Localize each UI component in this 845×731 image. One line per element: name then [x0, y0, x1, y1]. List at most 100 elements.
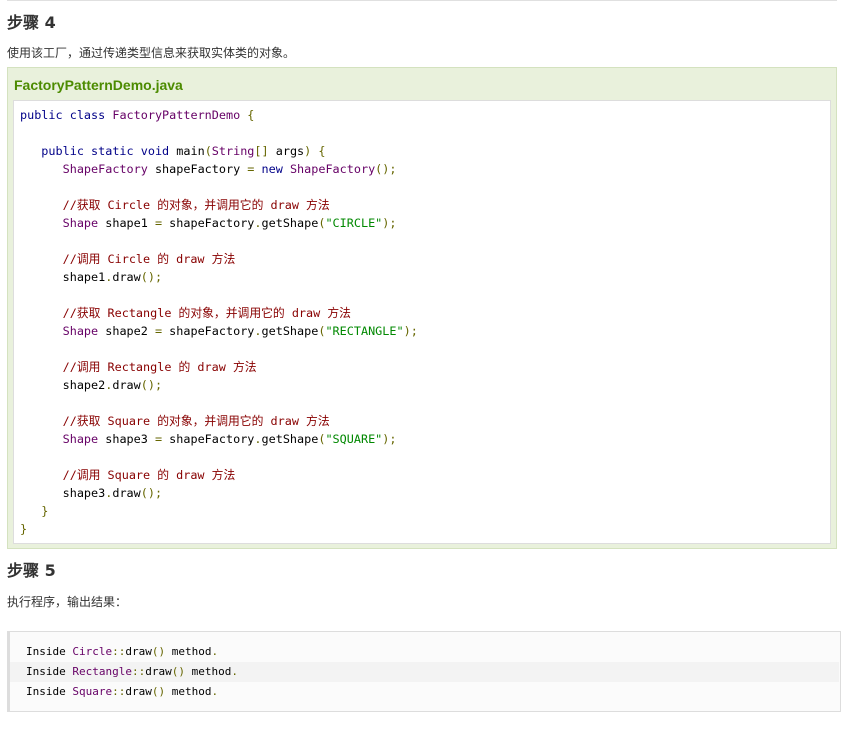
- output-token: .: [211, 685, 219, 698]
- output-token: method: [171, 645, 212, 658]
- code-filename: FactoryPatternDemo.java: [14, 77, 183, 93]
- code-token: getShape: [261, 324, 319, 338]
- code-token: ();: [140, 378, 163, 392]
- code-line: }: [14, 502, 830, 520]
- code-token: shapeFactory: [169, 432, 255, 446]
- code-token: =: [154, 432, 170, 446]
- code-token: Shape: [20, 432, 106, 446]
- code-line: public class FactoryPatternDemo {: [14, 106, 830, 124]
- output-token: Circle: [72, 645, 113, 658]
- output-token: ::: [131, 665, 146, 678]
- output-token: Inside: [26, 665, 73, 678]
- output-token: Rectangle: [72, 665, 132, 678]
- step-5-heading: 步骤 5: [7, 561, 56, 580]
- code-token: //调用 Circle 的 draw 方法: [20, 252, 236, 266]
- code-token: String: [211, 144, 255, 158]
- code-line: //调用 Circle 的 draw 方法: [14, 250, 830, 268]
- step-5-description: 执行程序，输出结果：: [7, 595, 128, 609]
- code-token: }: [20, 522, 28, 536]
- example-code-panel: FactoryPatternDemo.java public class Fac…: [7, 67, 837, 549]
- code-token: shape3: [20, 486, 106, 500]
- code-token: public class: [20, 108, 113, 122]
- code-token: ShapeFactory: [289, 162, 376, 176]
- code-token: //调用 Rectangle 的 draw 方法: [20, 360, 257, 374]
- code-token: draw: [112, 486, 141, 500]
- code-token: .: [254, 432, 262, 446]
- output-token: .: [211, 645, 219, 658]
- output-lines: Inside Circle::draw() method. Inside Rect…: [10, 642, 839, 702]
- code-block[interactable]: public class FactoryPatternDemo { public…: [13, 100, 831, 544]
- code-token: new: [261, 162, 290, 176]
- code-token: //获取 Circle 的对象，并调用它的 draw 方法: [20, 198, 330, 212]
- output-token: (): [151, 685, 172, 698]
- output-token: draw: [145, 665, 172, 678]
- output-line: Inside Circle::draw() method.: [26, 642, 839, 662]
- code-token: //获取 Rectangle 的对象，并调用它的 draw 方法: [20, 306, 351, 320]
- code-token: shape1: [105, 216, 155, 230]
- code-token: (: [204, 144, 212, 158]
- output-token: (): [151, 645, 172, 658]
- output-line: Inside Square::draw() method.: [26, 682, 839, 702]
- output-token: draw: [125, 685, 152, 698]
- code-line: //调用 Square 的 draw 方法: [14, 466, 830, 484]
- top-divider: [7, 0, 837, 1]
- code-token: =: [247, 162, 262, 176]
- output-block[interactable]: Inside Circle::draw() method. Inside Rect…: [7, 631, 841, 712]
- code-token: =: [154, 216, 170, 230]
- code-token: "SQUARE": [325, 432, 383, 446]
- code-token: {: [247, 108, 255, 122]
- code-token: ) {: [304, 144, 326, 158]
- code-token: main: [176, 144, 205, 158]
- code-token: Shape: [20, 216, 106, 230]
- code-token: .: [254, 324, 262, 338]
- code-token: getShape: [261, 432, 319, 446]
- code-token: []: [254, 144, 276, 158]
- code-token: shapeFactory: [169, 324, 255, 338]
- output-token: method: [171, 685, 212, 698]
- code-token: );: [382, 432, 397, 446]
- code-line: Shape shape2 = shapeFactory.getShape("RE…: [14, 322, 830, 340]
- code-token: "CIRCLE": [325, 216, 383, 230]
- code-token: }: [20, 504, 49, 518]
- code-line: shape1.draw();: [14, 268, 830, 286]
- code-token: draw: [112, 378, 141, 392]
- code-token: shape2: [20, 378, 106, 392]
- code-token: =: [154, 324, 170, 338]
- code-token: shape2: [105, 324, 155, 338]
- code-token: shapeFactory: [169, 216, 255, 230]
- code-lines: public class FactoryPatternDemo { public…: [14, 106, 830, 538]
- code-token: shape1: [20, 270, 106, 284]
- output-token: ::: [112, 645, 126, 658]
- output-line: Inside Rectangle::draw() method.: [10, 662, 839, 682]
- code-token: public static void: [20, 144, 177, 158]
- code-line: shape3.draw();: [14, 484, 830, 502]
- code-token: .: [254, 216, 262, 230]
- code-line: public static void main(String[] args) {: [14, 142, 830, 160]
- code-token: ShapeFactory: [20, 162, 155, 176]
- output-token: ::: [112, 685, 126, 698]
- code-line: //获取 Rectangle 的对象，并调用它的 draw 方法: [14, 304, 830, 322]
- code-token: );: [382, 216, 397, 230]
- code-line: ShapeFactory shapeFactory = new ShapeFac…: [14, 160, 830, 178]
- code-token: shapeFactory: [154, 162, 248, 176]
- output-token: Inside: [26, 645, 73, 658]
- code-token: FactoryPatternDemo: [112, 108, 248, 122]
- code-line: shape2.draw();: [14, 376, 830, 394]
- code-line: Shape shape3 = shapeFactory.getShape("SQ…: [14, 430, 830, 448]
- code-token: ();: [140, 486, 163, 500]
- output-token: Square: [72, 685, 113, 698]
- code-token: draw: [112, 270, 141, 284]
- code-token: getShape: [261, 216, 319, 230]
- step-4-description: 使用该工厂，通过传递类型信息来获取实体类的对象。: [7, 46, 296, 60]
- code-token: shape3: [105, 432, 155, 446]
- code-line: //调用 Rectangle 的 draw 方法: [14, 358, 830, 376]
- output-token: .: [231, 665, 238, 678]
- code-token: Shape: [20, 324, 106, 338]
- code-token: );: [403, 324, 418, 338]
